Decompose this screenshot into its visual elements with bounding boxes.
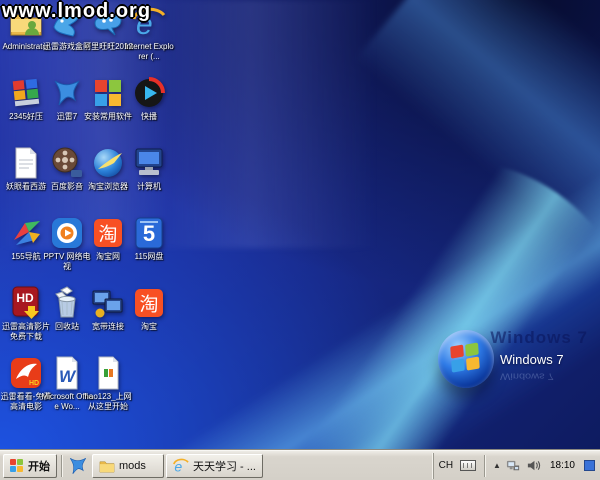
2345-haoya-icon: [9, 76, 43, 110]
windows-start-icon: [10, 459, 24, 473]
qvod-player[interactable]: 快播: [123, 76, 175, 122]
baidu-yingyin-icon: [50, 146, 84, 180]
ie-small-icon: e: [173, 458, 189, 474]
broadband-connection-icon: [91, 286, 125, 320]
keyboard-icon[interactable]: [460, 460, 476, 471]
taobao-wang-icon: 淘: [91, 216, 125, 250]
desktop-icon-grid: Administrator迅雷游戏盒子阿里旺旺2012eInternet Exp…: [0, 0, 600, 480]
network-icon[interactable]: [506, 458, 521, 473]
qvod-player-icon: [132, 76, 166, 110]
svg-text:W: W: [59, 367, 77, 386]
xunlei-hd-movie-download-icon: HD: [9, 286, 43, 320]
desktop: Windows 7 Windows 7 Windows 7 www.lmod.o…: [0, 0, 600, 480]
pptv-network-tv-icon: [50, 216, 84, 250]
quick-launch-area: [65, 455, 91, 477]
icon-label: 淘宝: [123, 322, 175, 332]
install-common-software-icon: [91, 76, 125, 110]
svg-text:HD: HD: [29, 380, 39, 387]
taskbar: 开始 mods e天天学习 - ... CH ▲ 18:10: [0, 450, 600, 480]
hao123-start-page[interactable]: hao123_上网 从这里开始: [82, 356, 134, 412]
yaoyan-kan-xiyou-txt-icon: [9, 146, 43, 180]
chevron-up-icon[interactable]: ▲: [493, 461, 501, 470]
task-mods-folder[interactable]: mods: [92, 454, 164, 478]
155-daohang-icon: [9, 216, 43, 250]
icon-label: hao123_上网 从这里开始: [82, 392, 134, 412]
show-desktop-button[interactable]: [584, 460, 595, 471]
xunlei-quick-launch[interactable]: [67, 455, 89, 477]
folder-icon: [99, 458, 115, 474]
tray-separator: [484, 455, 485, 477]
start-button[interactable]: 开始: [3, 454, 57, 478]
taobao-browser-icon: [91, 146, 125, 180]
task-button-label: mods: [119, 460, 146, 472]
task-button-area: mods e天天学习 - ...: [91, 454, 264, 478]
115-wangpan-icon: 5: [132, 216, 166, 250]
taobao[interactable]: 淘淘宝: [123, 286, 175, 332]
system-tray: CH ▲ 18:10: [433, 453, 600, 479]
computer[interactable]: 计算机: [123, 146, 175, 192]
start-label: 开始: [28, 458, 50, 474]
volume-icon[interactable]: [526, 458, 541, 473]
icon-label: 快播: [123, 112, 175, 122]
hao123-start-page-icon: [91, 356, 125, 390]
task-button-label: 天天学习 - ...: [193, 458, 256, 474]
svg-text:5: 5: [143, 221, 155, 246]
taobao-icon: 淘: [132, 286, 166, 320]
recycle-bin-icon: [50, 286, 84, 320]
ime-language-indicator[interactable]: CH: [437, 459, 455, 472]
svg-text:淘: 淘: [98, 224, 117, 246]
icon-label: 计算机: [123, 182, 175, 192]
115-wangpan[interactable]: 5 115网盘: [123, 216, 175, 262]
icon-label: 115网盘: [123, 252, 175, 262]
taskbar-separator: [61, 455, 62, 477]
svg-text:淘: 淘: [139, 294, 158, 316]
site-watermark: www.lmod.org: [2, 0, 151, 23]
task-tiantian-xuexi[interactable]: e天天学习 - ...: [166, 454, 263, 478]
xunlei-7-icon: [50, 76, 84, 110]
clock[interactable]: 18:10: [546, 460, 579, 471]
ms-office-word-icon: W: [50, 356, 84, 390]
xunlei-kankan-icon: HD: [9, 356, 43, 390]
computer-icon: [132, 146, 166, 180]
svg-text:HD: HD: [16, 291, 34, 305]
icon-label: Internet Explorer (...: [123, 42, 175, 62]
